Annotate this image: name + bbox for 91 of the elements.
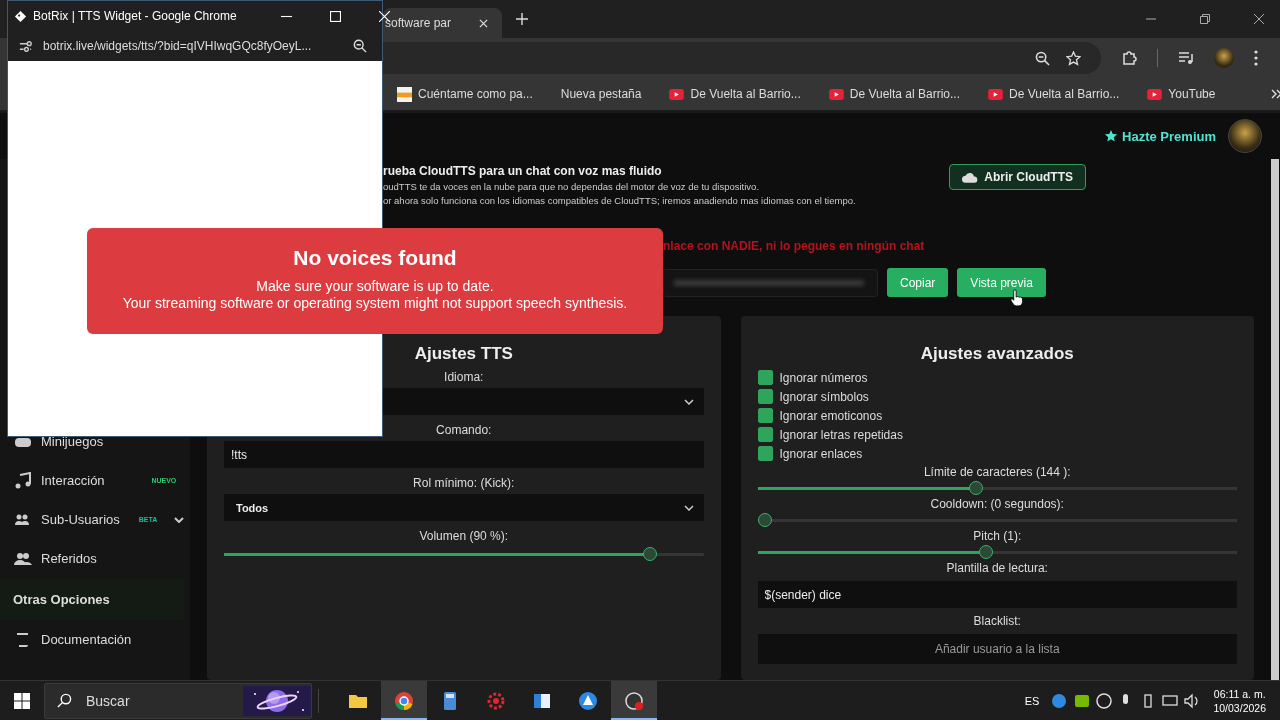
checkbox-box[interactable] bbox=[757, 446, 773, 461]
chevron-down-icon bbox=[683, 504, 694, 511]
bookmark[interactable]: De Vuelta al Barrio... bbox=[828, 87, 961, 101]
field-label: Comando: bbox=[436, 423, 492, 437]
taskbar-app[interactable] bbox=[381, 681, 427, 720]
site-icon bbox=[397, 86, 412, 102]
chevrons-icon[interactable] bbox=[1271, 89, 1280, 99]
slider-thumb[interactable] bbox=[969, 481, 984, 495]
search-input[interactable]: Buscar bbox=[84, 691, 231, 710]
slider-thumb[interactable] bbox=[642, 547, 657, 561]
sidebar-item[interactable]: Minijuegos bbox=[0, 422, 185, 461]
bookmark[interactable]: Cuéntame como pa... bbox=[397, 86, 533, 102]
zoom-icon[interactable] bbox=[1035, 50, 1051, 66]
browser-tab[interactable]: software par bbox=[383, 8, 503, 38]
checkbox[interactable]: Ignorar letras repetidas bbox=[757, 427, 903, 442]
clock-date[interactable]: 10/03/2026 bbox=[1213, 701, 1266, 714]
input-field[interactable]: Añadir usuario a la lista bbox=[757, 634, 1237, 664]
panel-title: Ajustes avanzados bbox=[920, 344, 1074, 364]
new-tab-icon[interactable] bbox=[516, 13, 529, 25]
play-logo-icon bbox=[828, 88, 844, 100]
checkbox[interactable]: Ignorar enlaces bbox=[757, 446, 863, 461]
taskbar-app[interactable] bbox=[611, 681, 657, 720]
search-field[interactable]: Buscar bbox=[44, 682, 312, 719]
cloud-icon bbox=[962, 171, 979, 183]
media-icon[interactable] bbox=[1178, 50, 1195, 66]
site-settings-icon[interactable] bbox=[18, 38, 33, 54]
field-label: Límite de caracteres (144 ): bbox=[923, 465, 1071, 479]
field-label: Volumen (90 %): bbox=[419, 529, 509, 543]
hand-cursor-icon bbox=[1010, 289, 1023, 307]
bookmark[interactable]: De Vuelta al Barrio... bbox=[669, 87, 801, 101]
banner-text: or ahora solo funciona con los idiomas compatibles de CloudTTS; iremos anadiendo mas idiomas con el tiempo. bbox=[383, 195, 856, 206]
dropdown[interactable]: Todos bbox=[224, 494, 704, 521]
field-label: Pitch (1): bbox=[973, 529, 1022, 543]
checkbox[interactable]: Ignorar símbolos bbox=[757, 389, 869, 404]
field-label: Cooldown: (0 segundos): bbox=[930, 497, 1064, 511]
maximize-icon[interactable] bbox=[329, 10, 341, 22]
search-icon bbox=[57, 693, 72, 708]
bookmark[interactable]: De Vuelta al Barrio... bbox=[988, 87, 1120, 101]
checkbox-box[interactable] bbox=[757, 427, 773, 442]
chevron-down-icon bbox=[683, 398, 694, 405]
bookmark[interactable]: Nueva pestaña bbox=[560, 87, 642, 101]
section-heading: Otras Opciones bbox=[0, 578, 185, 620]
sidebar-item[interactable]: Documentación bbox=[0, 620, 185, 659]
checkbox[interactable]: Ignorar números bbox=[757, 370, 868, 385]
field-label: Rol mínimo: (Kick): bbox=[413, 476, 515, 490]
puzzle-icon[interactable] bbox=[1121, 50, 1138, 66]
window-title: BotRix | TTS Widget - Google Chrome bbox=[33, 9, 237, 23]
url-field[interactable] bbox=[663, 268, 878, 297]
slider-thumb[interactable] bbox=[978, 545, 993, 559]
input-field[interactable]: !tts bbox=[224, 441, 704, 468]
music-note-icon bbox=[14, 471, 32, 490]
play-logo-icon bbox=[988, 88, 1004, 100]
star-icon[interactable] bbox=[1066, 50, 1082, 66]
zoom-icon[interactable] bbox=[353, 39, 367, 53]
clock-time[interactable]: 06:11 a. m. bbox=[1213, 687, 1266, 700]
field-label: Blacklist: bbox=[973, 614, 1021, 628]
avatar[interactable] bbox=[1228, 119, 1262, 153]
checkbox-box[interactable] bbox=[757, 389, 773, 404]
toast-title: No voices found bbox=[293, 246, 457, 270]
windows-logo-icon[interactable] bbox=[14, 692, 30, 709]
warning-text: nlace con NADIE, ni lo pegues en ningún chat bbox=[662, 239, 926, 253]
record-icon bbox=[624, 690, 644, 711]
app-icon bbox=[14, 9, 27, 23]
premium-link[interactable]: Hazte Premium bbox=[1104, 128, 1216, 144]
sidebar-item[interactable]: Referidos bbox=[0, 539, 185, 578]
field-label: Idioma: bbox=[444, 370, 484, 384]
gear-icon bbox=[486, 690, 506, 711]
avatar[interactable] bbox=[1214, 48, 1234, 68]
banner-title: rueba CloudTTS para un chat con voz mas fluido bbox=[383, 164, 663, 178]
panel-title: Ajustes TTS bbox=[414, 344, 513, 364]
language-indicator[interactable]: ES bbox=[1024, 694, 1040, 707]
menu-icon[interactable] bbox=[1254, 50, 1258, 66]
checkbox-box[interactable] bbox=[757, 370, 773, 385]
restore-icon[interactable] bbox=[1200, 14, 1210, 24]
input-field[interactable]: $(sender) dice bbox=[757, 581, 1237, 608]
toast-text: Make sure your software is up to date. bbox=[256, 278, 494, 295]
checkbox-box[interactable] bbox=[757, 408, 773, 423]
play-logo-icon bbox=[669, 88, 685, 100]
scrollbar[interactable] bbox=[1271, 159, 1279, 680]
field-label: Plantilla de lectura: bbox=[946, 561, 1048, 575]
toast-text: Your streaming software or operating system might not support speech synthesis. bbox=[122, 295, 628, 312]
bookmark[interactable]: YouTube bbox=[1147, 87, 1216, 101]
play-logo-icon bbox=[1147, 88, 1163, 100]
browser-icon bbox=[394, 690, 414, 711]
slider-thumb[interactable] bbox=[757, 513, 772, 527]
chevron-icon[interactable] bbox=[174, 516, 185, 523]
star-icon bbox=[1104, 129, 1119, 143]
banner-text: oudTTS te da voces en la nube para que no dependas del motor de voz de tu dispositivo. bbox=[383, 181, 761, 192]
close-icon[interactable] bbox=[1254, 14, 1264, 24]
checkbox[interactable]: Ignorar emoticonos bbox=[757, 408, 883, 423]
open-cloudtts-button[interactable]: Abrir CloudTTS bbox=[949, 164, 1086, 190]
